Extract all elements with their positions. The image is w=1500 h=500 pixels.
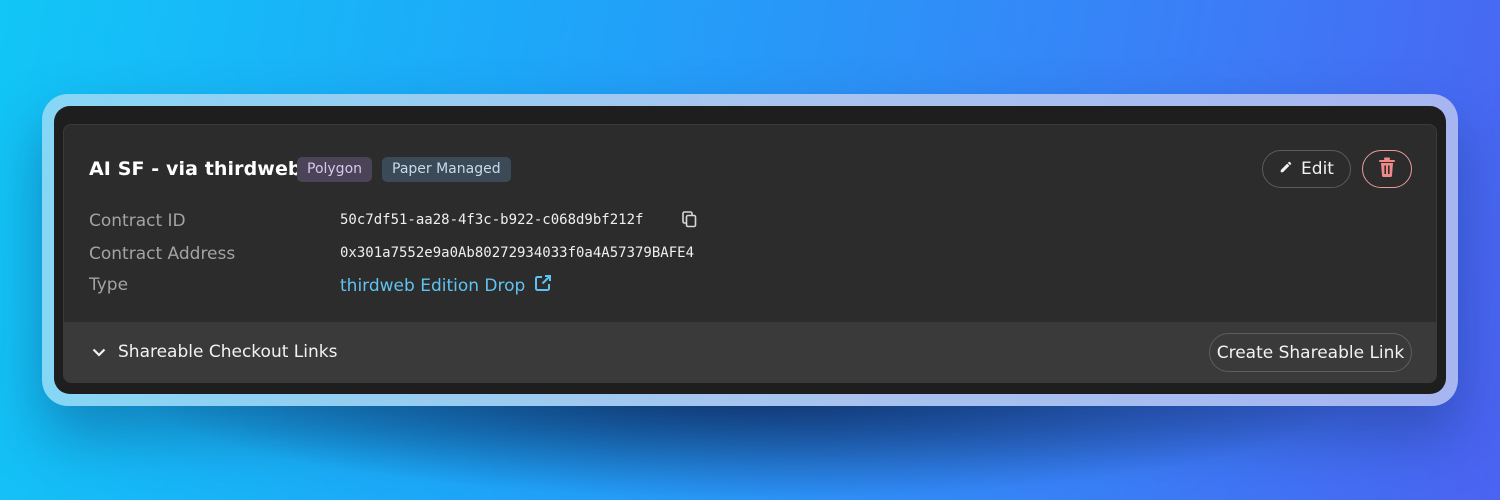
managed-badge: Paper Managed [382,157,511,182]
contract-type-text: thirdweb Edition Drop [340,275,526,296]
card-footer: Shareable Checkout Links Create Shareabl… [64,322,1436,382]
copy-icon[interactable] [682,211,697,232]
contract-address-label: Contract Address [89,244,236,264]
chevron-down-icon [92,342,106,362]
contract-title: AI SF - via thirdweb [89,158,302,180]
shareable-links-label: Shareable Checkout Links [118,342,338,362]
contract-id-label: Contract ID [89,211,186,231]
edit-button[interactable]: Edit [1262,150,1351,188]
contract-id-value: 50c7df51-aa28-4f3c-b922-c068d9bf212f [340,212,644,228]
contract-type-link[interactable]: thirdweb Edition Drop [340,274,552,297]
trash-icon [1378,157,1396,181]
network-badge: Polygon [297,157,373,182]
pencil-icon [1279,159,1293,179]
shareable-links-toggle[interactable]: Shareable Checkout Links [92,342,337,362]
contract-card: AI SF - via thirdweb Polygon Paper Manag… [63,124,1437,383]
delete-button[interactable] [1362,150,1412,188]
create-shareable-link-button[interactable]: Create Shareable Link [1209,333,1412,372]
contract-address-value: 0x301a7552e9a0Ab80272934033f0a4A57379BAF… [340,245,695,261]
edit-label: Edit [1301,159,1334,179]
external-link-icon [534,274,552,297]
type-label: Type [89,275,129,295]
